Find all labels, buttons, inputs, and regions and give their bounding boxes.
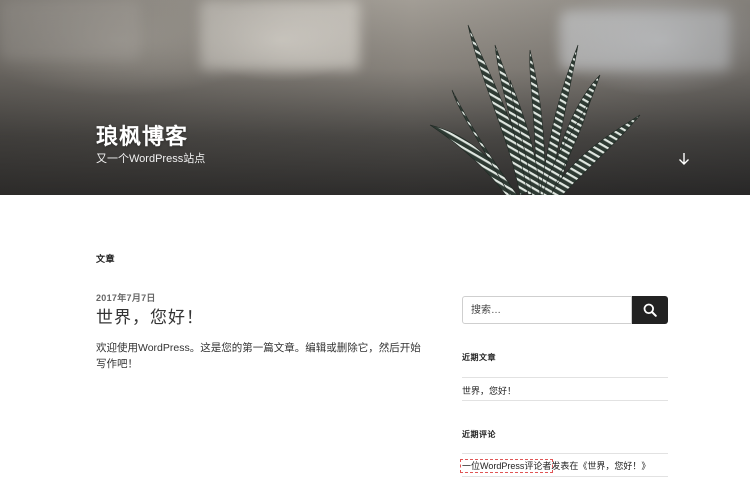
recent-post-link[interactable]: 世界，您好！ xyxy=(462,384,516,397)
widget-divider xyxy=(462,453,668,454)
search-form xyxy=(462,296,668,324)
comment-author-link[interactable]: 一位WordPress评论者 xyxy=(459,459,554,473)
arrow-down-icon xyxy=(679,153,689,165)
plant-image xyxy=(429,24,641,195)
scroll-down-button[interactable] xyxy=(676,150,692,168)
widget-divider xyxy=(462,377,668,378)
search-icon xyxy=(643,303,657,317)
recent-comments-title: 近期评论 xyxy=(462,430,496,439)
comment-post-link[interactable]: 世界，您好！ xyxy=(587,461,641,471)
site-title[interactable]: 琅枫博客 xyxy=(96,124,205,150)
search-button[interactable] xyxy=(632,296,668,324)
comment-connector: 发表在《 xyxy=(551,461,588,471)
site-branding: 琅枫博客 又一个WordPress站点 xyxy=(96,124,205,166)
recent-comment-item: 一位WordPress评论者发表在《世界，您好！》 xyxy=(459,459,651,473)
widget-divider xyxy=(462,476,668,477)
recent-posts-title: 近期文章 xyxy=(462,353,496,362)
widget-divider xyxy=(462,400,668,401)
site-description: 又一个WordPress站点 xyxy=(96,153,206,165)
site-header: 琅枫博客 又一个WordPress站点 xyxy=(0,0,750,195)
page-title: 文章 xyxy=(96,254,116,264)
comment-close: 》 xyxy=(641,461,651,471)
post-excerpt: 欢迎使用WordPress。这是您的第一篇文章。编辑或删除它，然后开始写作吧！ xyxy=(96,342,421,370)
search-input[interactable] xyxy=(462,296,632,324)
post-title[interactable]: 世界，您好！ xyxy=(96,303,204,328)
